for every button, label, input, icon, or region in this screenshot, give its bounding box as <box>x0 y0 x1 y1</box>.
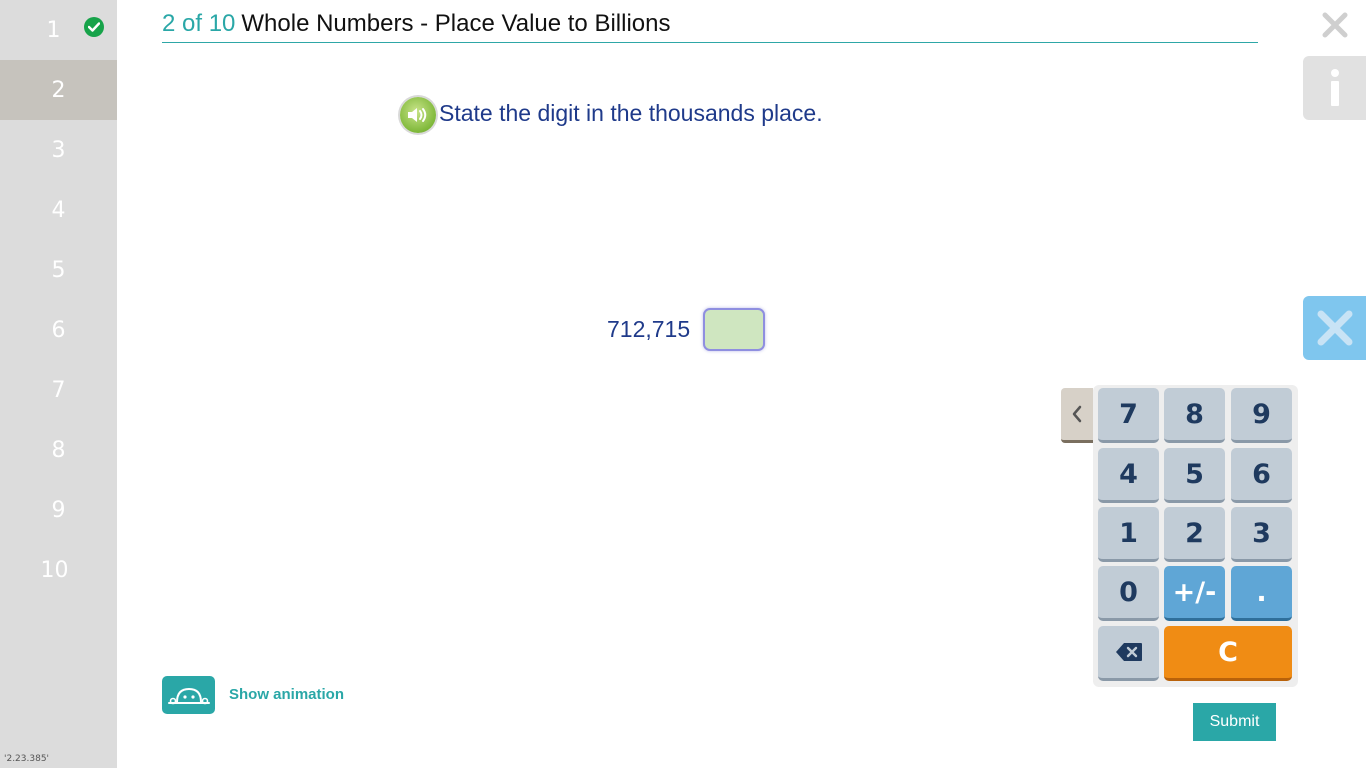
chevron-left-icon <box>1072 405 1082 423</box>
backspace-button[interactable] <box>1098 626 1159 681</box>
animation-icon <box>167 687 210 705</box>
version-label: '2.23.385' <box>4 754 50 764</box>
key-2[interactable]: 2 <box>1164 507 1225 562</box>
answer-input[interactable] <box>703 308 765 351</box>
key-0[interactable]: 0 <box>1098 566 1159 621</box>
key-8[interactable]: 8 <box>1164 388 1225 443</box>
question-number: 712,715 <box>607 316 691 342</box>
sidebar-item-9[interactable]: 9 <box>0 480 117 540</box>
key-4[interactable]: 4 <box>1098 448 1159 503</box>
key-3[interactable]: 3 <box>1231 507 1292 562</box>
backspace-icon <box>1115 643 1142 661</box>
sidebar-item-3[interactable]: 3 <box>0 120 117 180</box>
sidebar-item-label: 8 <box>51 437 66 463</box>
clear-button[interactable]: C <box>1164 626 1292 681</box>
key-7[interactable]: 7 <box>1098 388 1159 443</box>
question-sidebar: 1 2 3 4 5 6 7 8 9 10 '2.23.385' <box>0 0 117 768</box>
question-counter: 2 of 10 <box>162 10 236 37</box>
key-plus-minus[interactable]: +/- <box>1164 566 1225 621</box>
sidebar-item-7[interactable]: 7 <box>0 360 117 420</box>
sidebar-item-label: 3 <box>51 137 66 163</box>
info-button[interactable] <box>1303 56 1366 120</box>
sidebar-item-label: 9 <box>51 497 66 523</box>
check-icon <box>84 17 104 37</box>
close-button[interactable] <box>1318 8 1352 42</box>
question-header: 2 of 10 Whole Numbers - Place Value to Bi… <box>162 10 1258 43</box>
sidebar-item-label: 1 <box>46 17 61 43</box>
key-6[interactable]: 6 <box>1231 448 1292 503</box>
sidebar-item-label: 4 <box>51 197 66 223</box>
key-decimal[interactable]: . <box>1231 566 1292 621</box>
audio-button[interactable] <box>400 97 436 133</box>
question-prompt: State the digit in the thousands place. <box>439 100 823 126</box>
sidebar-item-10[interactable]: 10 <box>0 540 117 600</box>
key-5[interactable]: 5 <box>1164 448 1225 503</box>
info-icon <box>1330 69 1339 106</box>
sidebar-item-2[interactable]: 2 <box>0 60 117 120</box>
speaker-icon <box>408 108 427 122</box>
key-1[interactable]: 1 <box>1098 507 1159 562</box>
close-icon <box>1317 310 1352 346</box>
sidebar-item-label: 10 <box>40 557 69 583</box>
close-panel-button[interactable] <box>1303 296 1366 360</box>
sidebar-item-6[interactable]: 6 <box>0 300 117 360</box>
show-animation-button[interactable] <box>162 676 215 714</box>
sidebar-item-1[interactable]: 1 <box>0 0 117 60</box>
show-animation-link[interactable]: Show animation <box>229 686 344 703</box>
sidebar-item-label: 5 <box>51 257 66 283</box>
keypad: 7 8 9 4 5 6 1 2 3 0 +/- . C <box>1093 385 1298 687</box>
sidebar-item-8[interactable]: 8 <box>0 420 117 480</box>
key-9[interactable]: 9 <box>1231 388 1292 443</box>
submit-button[interactable]: Submit <box>1193 703 1276 741</box>
page-title: Whole Numbers - Place Value to Billions <box>241 10 671 37</box>
close-icon <box>1322 12 1348 38</box>
sidebar-item-label: 7 <box>51 377 66 403</box>
sidebar-item-5[interactable]: 5 <box>0 240 117 300</box>
sidebar-item-label: 6 <box>51 317 66 343</box>
keypad-collapse-button[interactable] <box>1061 388 1093 443</box>
sidebar-item-label: 2 <box>51 77 66 103</box>
sidebar-item-4[interactable]: 4 <box>0 180 117 240</box>
